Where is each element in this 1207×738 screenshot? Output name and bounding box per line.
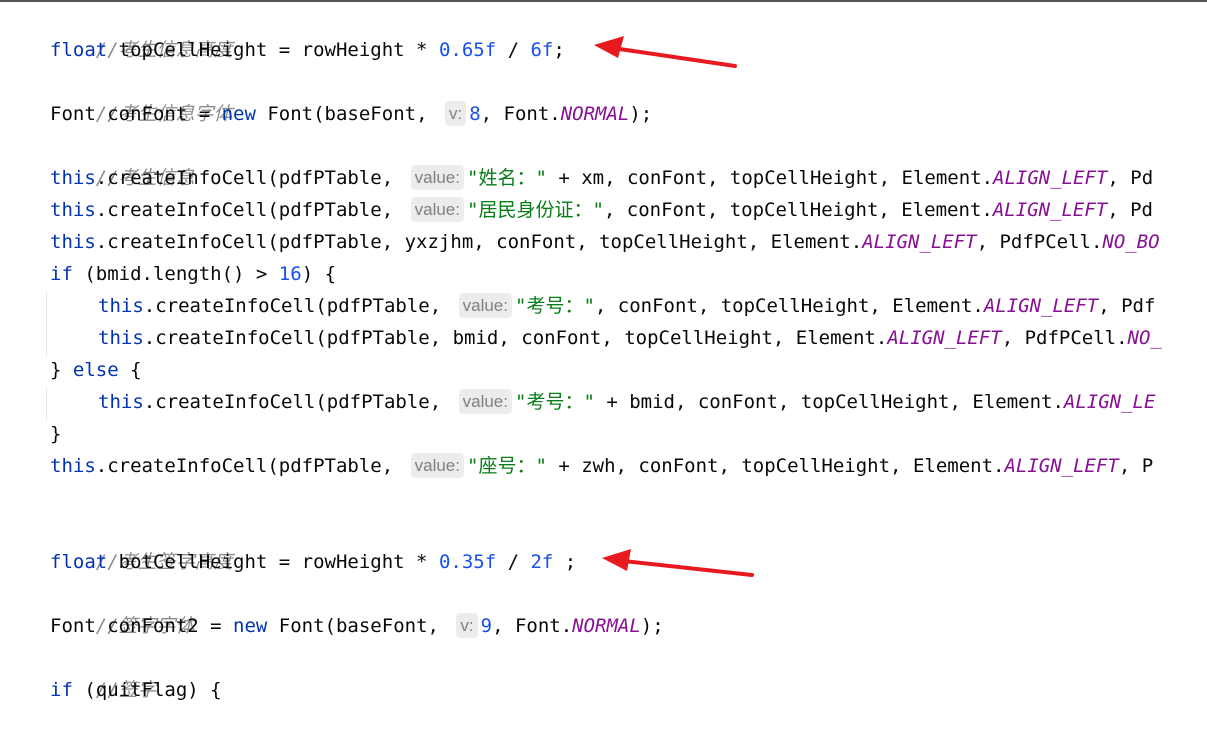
annotation-layer bbox=[594, 36, 754, 577]
arrow-annotation-icon bbox=[594, 36, 737, 68]
arrow-annotation-icon bbox=[602, 549, 754, 577]
